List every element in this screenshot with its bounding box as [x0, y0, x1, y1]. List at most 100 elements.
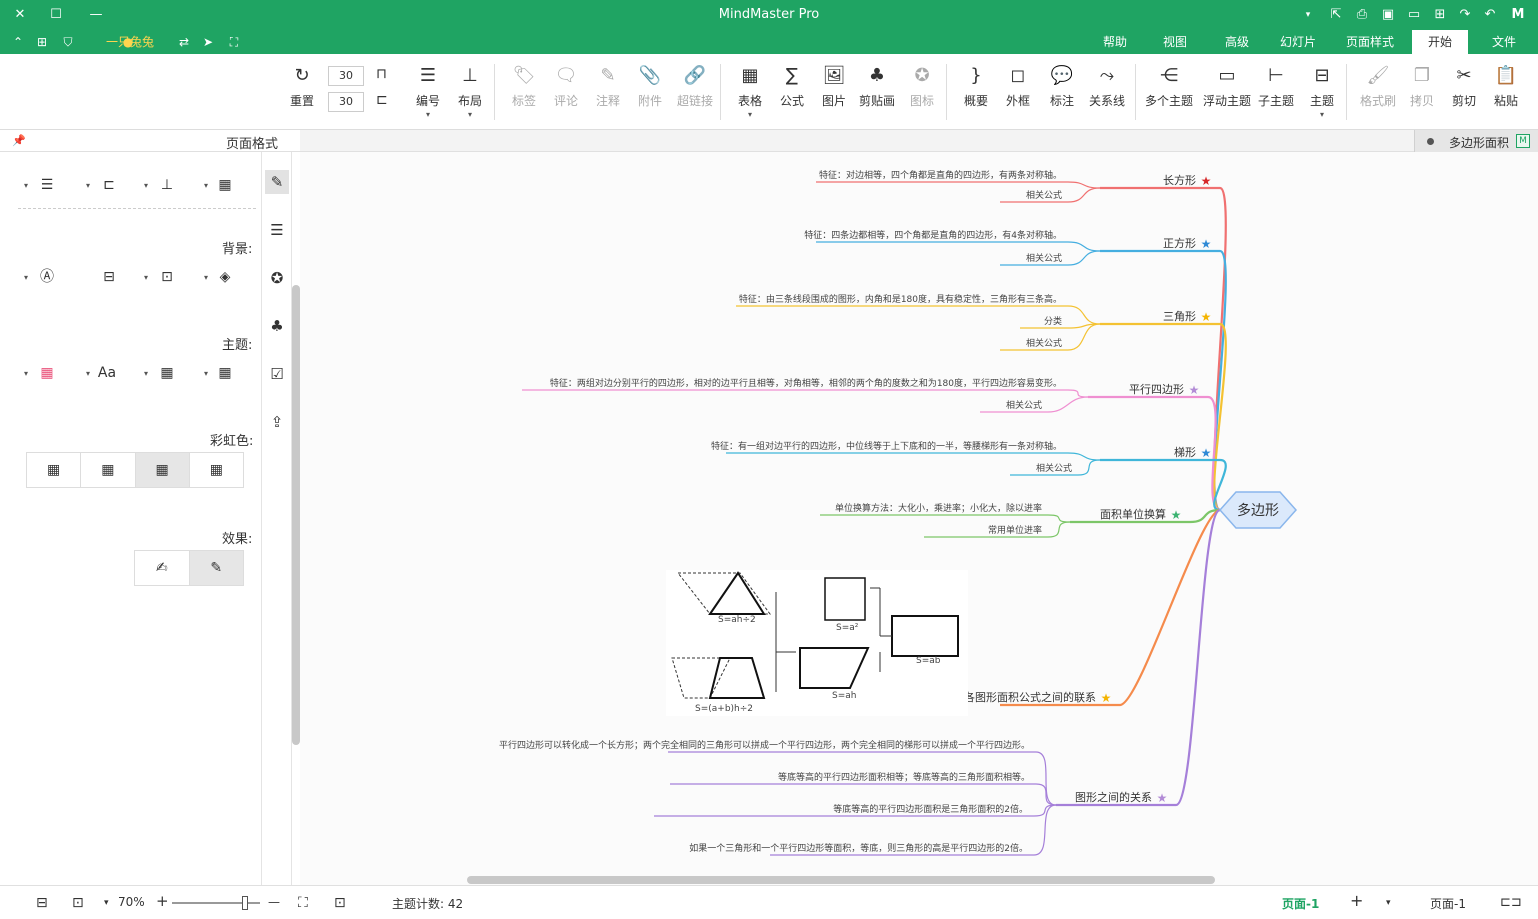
boundary-button[interactable]: ◻ 外框 [996, 62, 1040, 122]
vertical-spacing-input[interactable]: 30 [328, 92, 364, 112]
subtopic-label[interactable]: 特征：对边相等，四个角都是直角的四边形，有两条对称轴。 [819, 169, 1062, 181]
subtopic-label[interactable]: 相关公式 [1026, 252, 1062, 264]
collapse-panel-icon[interactable]: ⊟ [36, 895, 48, 911]
maximize-icon[interactable]: ☐ [46, 5, 66, 25]
hyperlink-button[interactable]: 🔗 超链接 [672, 62, 718, 122]
view-toggle-icon[interactable]: ⊏⊐ [1500, 895, 1522, 910]
chevron-down-icon[interactable]: ▾ [748, 110, 752, 119]
chevron-down-icon[interactable]: ▾ [24, 181, 28, 190]
tab-home[interactable]: 开始 [1412, 30, 1468, 54]
subtopic-label[interactable]: 相关公式 [1006, 399, 1042, 411]
collapse-ribbon-icon[interactable]: ⌃ [10, 34, 26, 50]
subtopic-label[interactable]: 特征：有一组对边平行的四边形，中位线等于上下底和的一半，等腰梯形有一条对称轴。 [711, 440, 1062, 452]
background-image-icon[interactable]: ⊡ [150, 266, 184, 288]
fit-screen-icon[interactable]: ⊡ [72, 895, 84, 911]
subtopic-label[interactable]: 特征：由三条线段围成的图形，内角和是180度，具有稳定性，三角形有三条高。 [739, 293, 1062, 305]
rainbow-option-icon[interactable]: ▦ [188, 453, 243, 487]
branch-topic-label[interactable]: 正方形 [1163, 236, 1196, 250]
branch-topic-label[interactable]: 图形之间的关系 [1075, 790, 1152, 804]
subtopic-label[interactable]: 如果一个三角形和一个平行四边形等面积，等底，则三角形的高是平行四边形的2倍。 [689, 842, 1028, 854]
formula-button[interactable]: ∑ 公式 [770, 62, 814, 122]
chevron-down-icon[interactable]: ▾ [24, 369, 28, 378]
note-button[interactable]: ✎ 注释 [586, 62, 630, 122]
add-page-icon[interactable]: + [1350, 891, 1363, 910]
document-tab[interactable]: 多边形面积 M [1414, 130, 1538, 152]
copy-button[interactable]: ❐ 拷贝 [1400, 62, 1444, 122]
flat-style-icon[interactable]: ✎ [188, 551, 243, 585]
zoom-slider-thumb[interactable] [242, 896, 248, 910]
horizontal-spacing-input[interactable]: 30 [328, 66, 364, 86]
chevron-down-icon[interactable]: ▾ [144, 181, 148, 190]
zoom-level[interactable]: 70% [118, 895, 145, 909]
tab-advanced[interactable]: 高级 [1212, 30, 1262, 54]
task-icon[interactable]: ☑ [265, 362, 289, 386]
page-tab[interactable]: 页面-1 [1282, 895, 1319, 912]
chevron-down-icon[interactable]: ▾ [426, 110, 430, 119]
watermark-icon[interactable]: ⊟ [92, 266, 126, 288]
chevron-down-icon[interactable]: ▾ [204, 273, 208, 282]
text-watermark-icon[interactable]: Ⓐ [30, 266, 64, 288]
branch-topic-label[interactable]: 平行四边形 [1129, 383, 1184, 396]
subtopic-label[interactable]: 等底等高的平行四边形面积是三角形面积的2倍。 [833, 803, 1028, 815]
zoom-in-icon[interactable]: + [156, 892, 169, 910]
close-icon[interactable]: ✕ [10, 5, 30, 25]
subtopic-label[interactable]: 单位换算方法：大化小，乘进率；小化大，除以进率 [835, 502, 1042, 514]
attachment-button[interactable]: 📎 附件 [628, 62, 672, 122]
subtopic-label[interactable]: 等底等高的平行四边形面积相等；等底等高的三角形面积相等。 [778, 771, 1030, 783]
connector-style-icon[interactable]: ⊏ [92, 174, 126, 196]
page-dropdown[interactable]: 页面-1 [1430, 895, 1466, 912]
tab-help[interactable]: 帮助 [1090, 30, 1140, 54]
hand-drawn-icon[interactable]: ✍ [135, 551, 189, 585]
mindmap[interactable]: ★长方形特征：对边相等，四个角都是直角的四边形，有两条对称轴。相关公式★正方形特… [300, 152, 1538, 885]
chevron-down-icon[interactable]: ▾ [468, 110, 472, 119]
root-topic[interactable]: 多边形 [1218, 491, 1298, 529]
branch-topic-label[interactable]: 梯形 [1174, 446, 1196, 459]
user-name[interactable]: 一只兔兔 [96, 30, 158, 54]
rainbow-option-icon[interactable]: ▦ [27, 453, 80, 487]
branch-topic-label[interactable]: 长方形 [1163, 173, 1196, 187]
subtopic-label[interactable]: 常用单位进率 [988, 524, 1042, 536]
subtopic-label[interactable]: 相关公式 [1026, 337, 1062, 349]
chevron-down-icon[interactable]: ▾ [104, 898, 109, 908]
vertical-scrollbar[interactable] [292, 285, 300, 745]
tab-slides[interactable]: 幻灯片 [1270, 30, 1326, 54]
subtopic-label[interactable]: 分类 [1044, 315, 1062, 327]
format-painter-button[interactable]: 🖌 格式刷 [1356, 62, 1400, 122]
subtopic-label[interactable]: 相关公式 [1036, 462, 1072, 474]
share-icon[interactable]: ⇄ [176, 34, 192, 50]
tab-view[interactable]: 视图 [1150, 30, 1200, 54]
picture-button[interactable]: 🖼 图片 [812, 62, 856, 122]
font-icon[interactable]: Aa [90, 362, 124, 384]
subtopic-label[interactable]: 特征：四条边都相等，四个角都是直角的四边形，有4条对称轴。 [804, 229, 1062, 241]
fullscreen-icon[interactable]: ⛶ [298, 895, 308, 911]
chevron-down-icon[interactable]: ▾ [86, 369, 90, 378]
rainbow-option-icon[interactable]: ▦ [134, 453, 189, 487]
icon-button[interactable]: ✪ 图标 [900, 62, 944, 122]
minimize-icon[interactable]: — [86, 5, 106, 25]
grid-layout-icon[interactable]: ▦ [208, 174, 242, 196]
fullscreen-icon[interactable]: ⛶ [226, 34, 242, 50]
chevron-down-icon[interactable]: ▾ [144, 369, 148, 378]
subtopic-label[interactable]: 相关公式 [1026, 189, 1062, 201]
paste-button[interactable]: 📋 粘贴 [1484, 62, 1528, 122]
chevron-down-icon[interactable]: ▾ [144, 273, 148, 282]
clipart-icon[interactable]: ♣ [265, 314, 289, 338]
chevron-down-icon[interactable]: ▾ [204, 369, 208, 378]
numbering-style-icon[interactable]: ☰ [30, 174, 64, 196]
relationship-button[interactable]: ⤳ 关系线 [1084, 62, 1130, 122]
chevron-down-icon[interactable]: ▾ [86, 181, 90, 190]
theme-grid-icon[interactable]: ▦ [150, 362, 184, 384]
branch-topic-label[interactable]: 各图形面积公式之间的联系 [964, 690, 1096, 704]
mark-icon[interactable]: ✪ [265, 266, 289, 290]
summary-button[interactable]: } 概要 [954, 62, 998, 122]
chevron-down-icon[interactable]: ▾ [24, 273, 28, 282]
branch-topic-label[interactable]: 面积单位换算 [1100, 507, 1166, 521]
cut-button[interactable]: ✂ 剪切 [1442, 62, 1486, 122]
send-icon[interactable]: ➤ [200, 34, 216, 50]
branch-topic-label[interactable]: 三角形 [1163, 310, 1196, 323]
horizontal-scrollbar[interactable] [467, 876, 1215, 884]
fill-bucket-icon[interactable]: ◈ [208, 266, 242, 288]
tab-page-style[interactable]: 页面样式 [1334, 30, 1406, 54]
multiple-topics-button[interactable]: ⋲ 多个主题 [1142, 62, 1196, 122]
shirt-icon[interactable]: ⛉ [60, 34, 76, 50]
